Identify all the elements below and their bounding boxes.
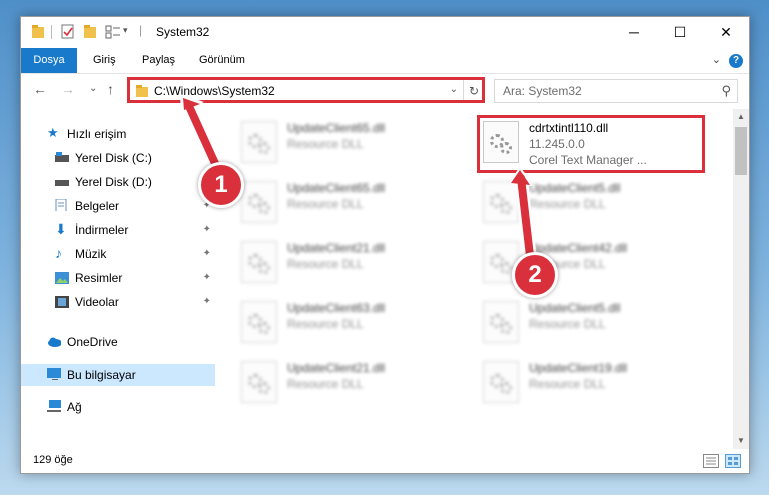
annotation-arrows — [180, 94, 537, 263]
step-1-callout: 1 — [198, 162, 244, 208]
step-2-callout: 2 — [512, 252, 558, 298]
